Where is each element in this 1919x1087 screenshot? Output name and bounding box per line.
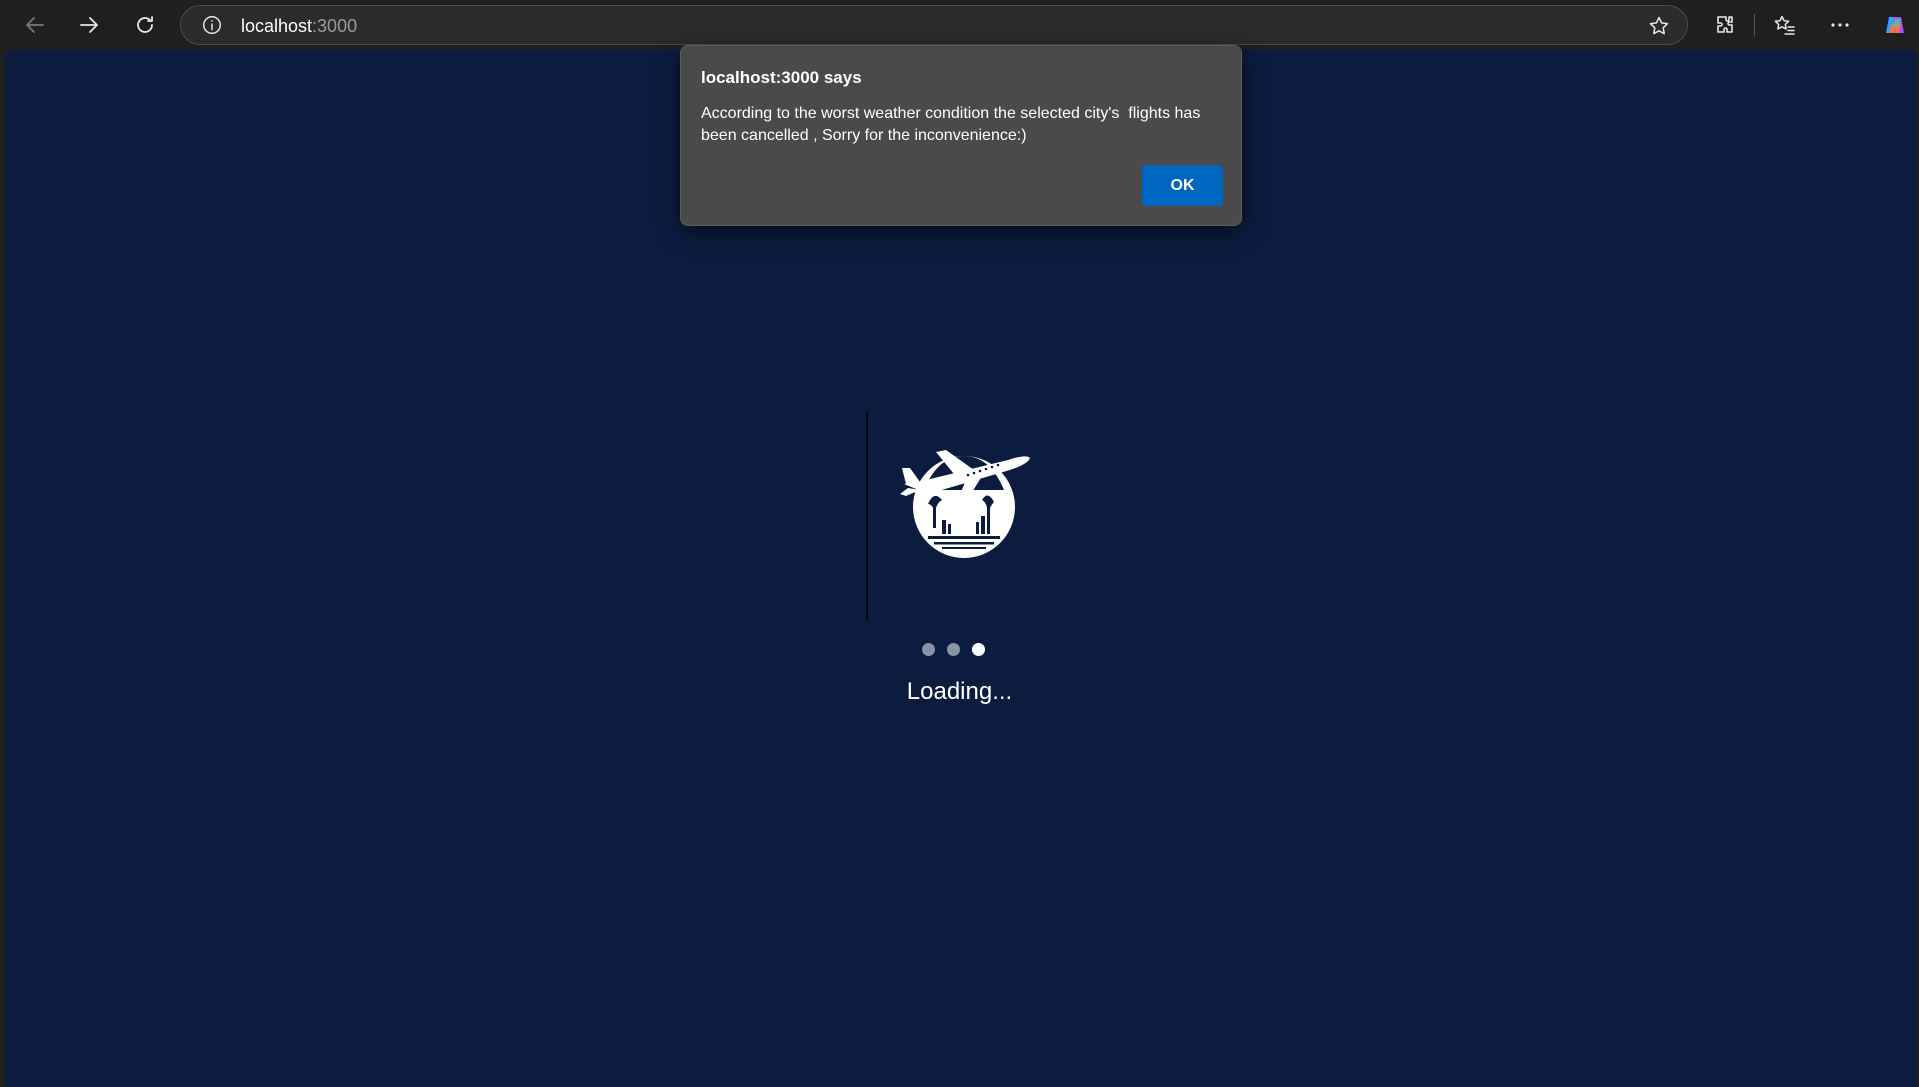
address-bar[interactable]: localhost:3000 (180, 5, 1688, 45)
airplane-city-logo-icon (900, 450, 1030, 558)
address-url[interactable]: localhost:3000 (241, 16, 357, 37)
refresh-button[interactable] (126, 6, 164, 44)
dialog-title: localhost:3000 says (701, 68, 862, 87)
address-host: localhost (241, 16, 313, 36)
loader-divider-line (866, 411, 868, 621)
more-button[interactable] (1821, 6, 1859, 44)
extensions-icon (1717, 16, 1733, 33)
loading-dots (922, 643, 986, 657)
forward-arrow-icon (80, 17, 98, 33)
loading-dot (947, 643, 960, 656)
extensions-button[interactable] (1706, 6, 1744, 44)
dialog-message: According to the worst weather condition… (701, 105, 1205, 144)
back-arrow-icon (26, 17, 44, 33)
copilot-button[interactable] (1876, 6, 1914, 44)
star-icon[interactable] (1647, 14, 1671, 38)
info-icon[interactable] (201, 14, 223, 36)
loading-dot-active (972, 643, 985, 656)
address-port: :3000 (312, 16, 358, 36)
copilot-icon (1886, 17, 1904, 33)
favorites-icon (1774, 15, 1795, 35)
toolbar-separator (1754, 14, 1755, 36)
alert-dialog: localhost:3000 says According to the wor… (680, 45, 1242, 226)
refresh-icon (137, 16, 153, 33)
more-icon (1831, 23, 1849, 27)
forward-button[interactable] (70, 6, 108, 44)
dialog-ok-button[interactable]: OK (1142, 165, 1223, 206)
browser-toolbar: localhost:3000 (0, 0, 1919, 50)
back-button[interactable] (16, 6, 54, 44)
loading-dot (922, 643, 935, 656)
loading-text: Loading... (906, 678, 1013, 705)
favorites-button[interactable] (1766, 6, 1804, 44)
